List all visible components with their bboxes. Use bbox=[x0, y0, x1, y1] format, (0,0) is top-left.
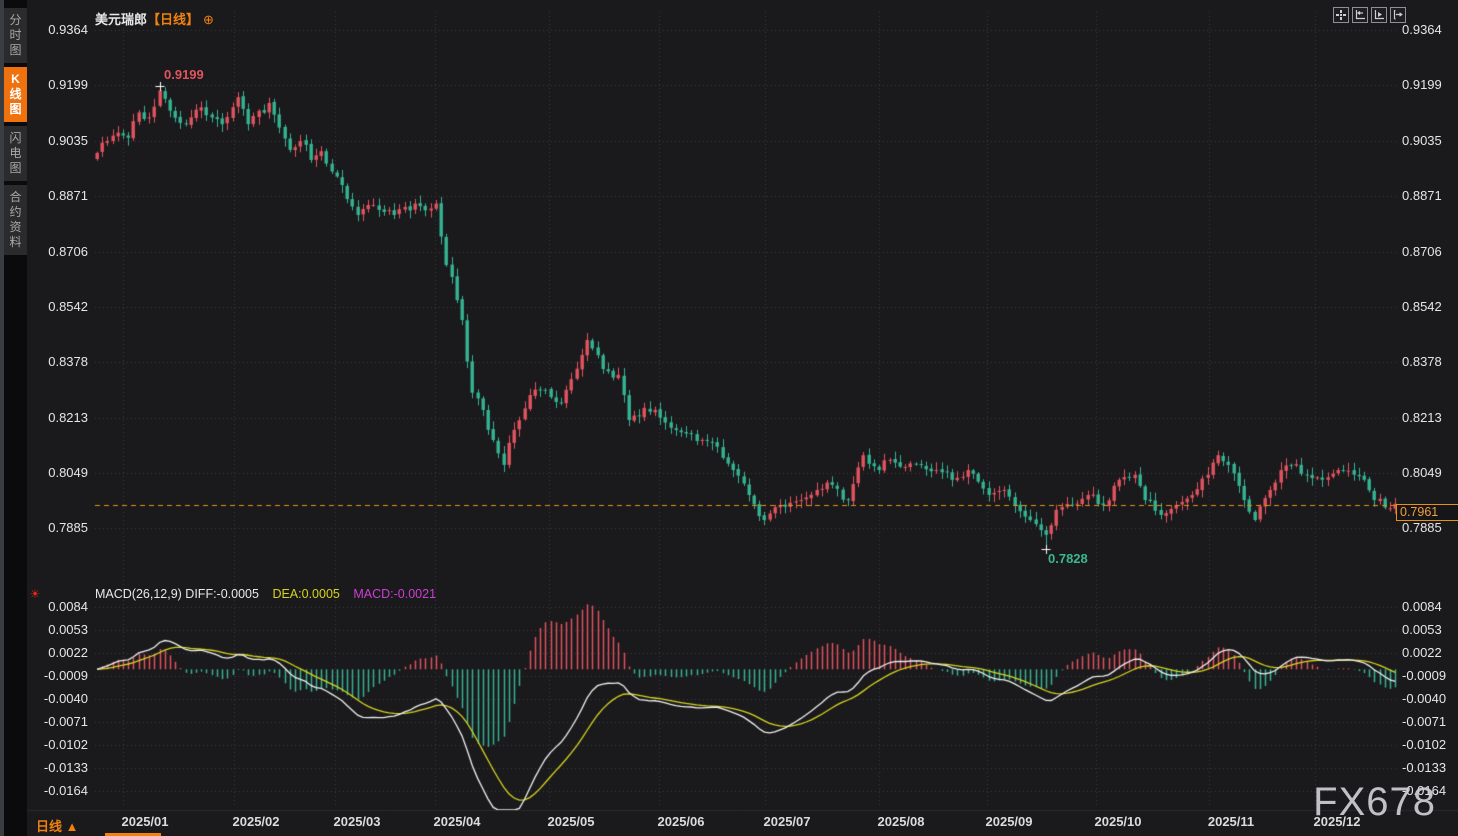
last-price-badge: 0.7961 bbox=[1396, 504, 1458, 521]
chart-toolbar bbox=[1333, 7, 1406, 23]
price-axis-label-right: 0.9035 bbox=[1402, 132, 1442, 148]
pan-icon[interactable] bbox=[1333, 7, 1349, 23]
sidebar-tab-1[interactable]: K 线 图 bbox=[4, 67, 27, 122]
x-axis-label: 2025/11 bbox=[1207, 814, 1255, 829]
chart-title: 美元瑞郎【日线】 ⊕ bbox=[95, 9, 214, 28]
macd-axis-label-right: -0.0102 bbox=[1402, 736, 1447, 752]
macd-axis-label-right: -0.0009 bbox=[1402, 667, 1447, 683]
macd-axis-label-left: -0.0102 bbox=[43, 736, 88, 752]
macd-settings-icon[interactable]: ☀ bbox=[27, 586, 43, 602]
macd-legend: MACD(26,12,9) DIFF:-0.0005 DEA:0.0005 MA… bbox=[95, 587, 436, 601]
price-axis-label-right: 0.9199 bbox=[1402, 77, 1442, 93]
macd-axis-label-left: -0.0133 bbox=[43, 759, 88, 775]
price-axis-label-left: 0.8542 bbox=[48, 298, 88, 314]
chart-application: 分 时 图 K 线 图闪 电 图合 约 资 料 美元瑞郎【日线】 ⊕ 0.9364 0… bbox=[0, 0, 1458, 836]
auto-play-icon[interactable] bbox=[1371, 7, 1387, 23]
macd-axis-label-left: 0.0022 bbox=[48, 644, 88, 660]
macd-axis-label-left: -0.0164 bbox=[43, 782, 88, 798]
price-axis-label-left: 0.8378 bbox=[48, 354, 88, 370]
price-axis-label-left: 0.8871 bbox=[48, 188, 88, 204]
x-axis-label: 2025/05 bbox=[547, 814, 595, 829]
x-axis-label: 2025/04 bbox=[433, 814, 481, 829]
macd-axis-label-left: -0.0071 bbox=[43, 713, 88, 729]
macd-dea-readout: DEA:0.0005 bbox=[272, 587, 340, 601]
macd-axis-label-right: 0.0053 bbox=[1402, 621, 1442, 637]
left-sidebar: 分 时 图 K 线 图闪 电 图合 约 资 料 bbox=[0, 0, 27, 836]
sidebar-tab-2[interactable]: 闪 电 图 bbox=[4, 126, 27, 181]
price-axis-label-left: 0.8049 bbox=[48, 465, 88, 481]
period-selector[interactable]: 日线 ▲ bbox=[36, 816, 78, 835]
price-axis-label-right: 0.8378 bbox=[1402, 354, 1442, 370]
price-axis-label-left: 0.9199 bbox=[48, 77, 88, 93]
price-axis-label-right: 0.7885 bbox=[1402, 520, 1442, 536]
price-axis-label-left: 0.9364 bbox=[48, 22, 88, 37]
low-price-annotation: 0.7828 bbox=[1048, 551, 1088, 566]
x-axis-label: 2025/07 bbox=[763, 814, 811, 829]
x-axis-label: 2025/06 bbox=[657, 814, 705, 829]
x-axis-label: 2025/01 bbox=[121, 814, 169, 829]
price-axis-label-right: 0.8049 bbox=[1402, 465, 1442, 481]
x-axis-label: 2025/08 bbox=[877, 814, 925, 829]
macd-axis-label-right: -0.0040 bbox=[1402, 690, 1447, 706]
symbol-name: 美元瑞郎 bbox=[95, 12, 148, 27]
macd-axis-label-right: -0.0133 bbox=[1402, 759, 1447, 775]
go-latest-icon[interactable] bbox=[1390, 7, 1406, 23]
price-axis-label-left: 0.8706 bbox=[48, 243, 88, 259]
price-axis-label-right: 0.8871 bbox=[1402, 188, 1442, 204]
price-axis-label-left: 0.9035 bbox=[48, 132, 88, 148]
macd-diff-readout: MACD(26,12,9) DIFF:-0.0005 bbox=[95, 587, 259, 601]
sidebar-tab-0[interactable]: 分 时 图 bbox=[4, 8, 27, 63]
price-axis-label-right: 0.8706 bbox=[1402, 243, 1442, 259]
macd-axis-label-left: 0.0053 bbox=[48, 621, 88, 637]
scale-left-icon[interactable] bbox=[1352, 7, 1368, 23]
x-axis-label: 2025/02 bbox=[232, 814, 280, 829]
macd-axis-label-left: -0.0040 bbox=[43, 690, 88, 706]
period-tag: 【日线】 bbox=[147, 12, 200, 27]
price-axis-label-right: 0.9364 bbox=[1402, 22, 1442, 37]
price-axis-label-left: 0.8213 bbox=[48, 409, 88, 425]
macd-axis-label-left: -0.0009 bbox=[43, 667, 88, 683]
macd-bar-readout: MACD:-0.0021 bbox=[353, 587, 437, 601]
settings-icon[interactable]: ⊕ bbox=[203, 12, 214, 27]
watermark: FX678 bbox=[1313, 780, 1436, 824]
macd-axis-label-right: 0.0084 bbox=[1402, 598, 1442, 614]
price-axis-label-right: 0.8542 bbox=[1402, 298, 1442, 314]
price-axis-label-right: 0.8213 bbox=[1402, 409, 1442, 425]
x-axis-label: 2025/03 bbox=[333, 814, 381, 829]
x-axis-label: 2025/09 bbox=[985, 814, 1033, 829]
macd-axis-label-right: -0.0071 bbox=[1402, 713, 1447, 729]
price-axis-label-left: 0.7885 bbox=[48, 520, 88, 536]
macd-axis-label-left: 0.0084 bbox=[48, 598, 88, 614]
high-price-annotation: 0.9199 bbox=[164, 67, 204, 82]
macd-axis-label-right: 0.0022 bbox=[1402, 644, 1442, 660]
price-macd-chart-canvas[interactable] bbox=[0, 0, 1458, 836]
sidebar-tab-3[interactable]: 合 约 资 料 bbox=[4, 185, 27, 255]
x-axis-label: 2025/10 bbox=[1094, 814, 1142, 829]
